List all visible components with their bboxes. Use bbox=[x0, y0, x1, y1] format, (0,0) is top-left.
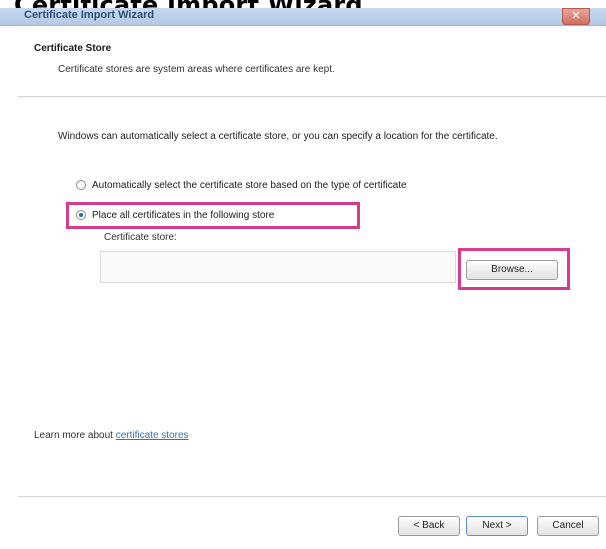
next-button[interactable]: Next > bbox=[466, 516, 528, 536]
page-title: Certificate Store bbox=[34, 43, 112, 54]
certificate-store-field[interactable] bbox=[100, 251, 456, 283]
radio-place-in-store[interactable]: Place all certificates in the following … bbox=[76, 207, 274, 223]
radio-auto-select[interactable]: Automatically select the certificate sto… bbox=[76, 177, 407, 193]
close-button[interactable]: ✕ bbox=[562, 8, 590, 25]
close-icon: ✕ bbox=[571, 10, 581, 22]
intro-text: Windows can automatically select a certi… bbox=[58, 131, 498, 142]
radio-place-in-store-indicator[interactable] bbox=[76, 210, 86, 220]
cancel-button[interactable]: Cancel bbox=[537, 516, 599, 536]
certificate-stores-link[interactable]: certificate stores bbox=[116, 430, 189, 441]
page-description: Certificate stores are system areas wher… bbox=[58, 64, 335, 75]
learn-more-text: Learn more about certificate stores bbox=[34, 430, 189, 441]
browse-button[interactable]: Browse... bbox=[466, 260, 558, 280]
radio-auto-select-label: Automatically select the certificate sto… bbox=[92, 179, 407, 191]
learn-more-prefix: Learn more about bbox=[34, 430, 116, 441]
wizard-header: Certificate Store Certificate stores are… bbox=[18, 26, 606, 94]
window-title: Certificate Import Wizard bbox=[24, 9, 155, 21]
radio-auto-select-indicator[interactable] bbox=[76, 180, 86, 190]
footer-divider bbox=[18, 496, 606, 498]
radio-place-in-store-label: Place all certificates in the following … bbox=[92, 209, 275, 221]
window-titlebar: Certificate Import Wizard ✕ bbox=[0, 8, 606, 26]
certificate-store-label: Certificate store: bbox=[104, 232, 177, 243]
header-divider bbox=[18, 96, 606, 98]
back-button[interactable]: < Back bbox=[398, 516, 460, 536]
